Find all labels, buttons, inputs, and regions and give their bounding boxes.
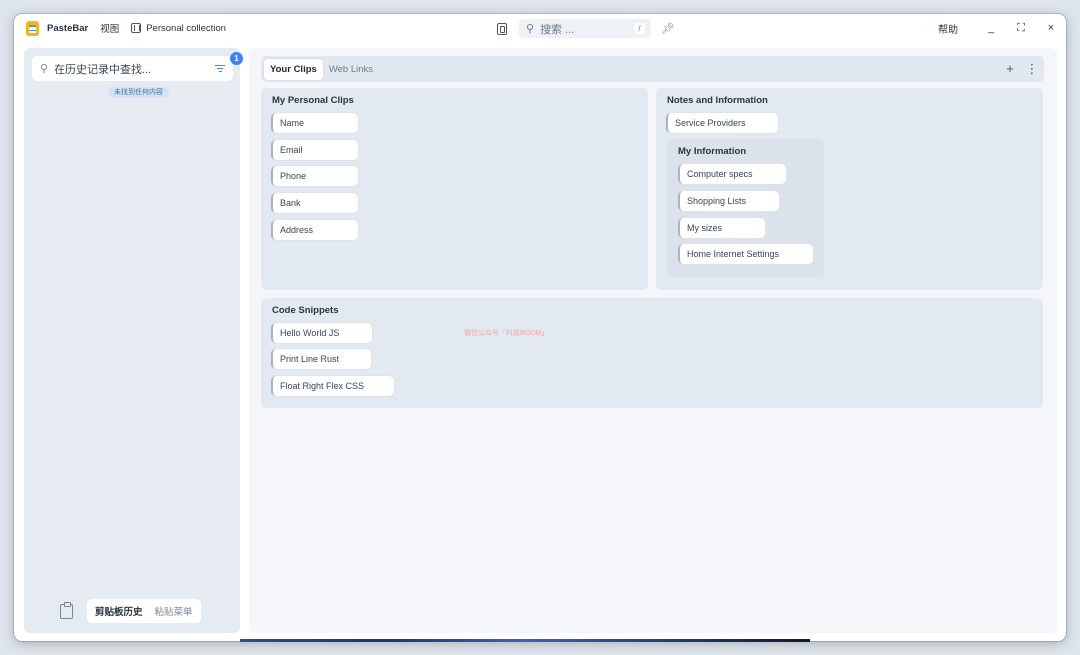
- collection-selector[interactable]: Personal collection: [146, 23, 226, 34]
- minimize-button[interactable]: _: [976, 22, 1006, 34]
- add-tab-button[interactable]: +: [1002, 60, 1018, 78]
- tab-your-clips[interactable]: Your Clips: [264, 58, 323, 80]
- pastebar-logo-icon: [26, 20, 39, 36]
- history-search-placeholder: 在历史记录中查找...: [54, 63, 152, 76]
- more-options-button[interactable]: ⋮: [1024, 60, 1040, 78]
- empty-state-label: 未找到任何内容: [108, 87, 169, 98]
- board-title: Code Snippets: [272, 305, 339, 316]
- history-sidebar: ⚲ 在历史记录中查找... 1 未找到任何内容 剪贴板历史 粘贴菜单: [24, 48, 243, 633]
- sidebar-footer: 剪贴板历史 粘贴菜单: [60, 598, 201, 624]
- help-menu[interactable]: 帮助: [938, 21, 958, 36]
- watermark-text: 微信公众号「科技BOOM」: [464, 330, 549, 337]
- board-my-personal-clips: My Personal Clips Name Email Phone Bank …: [261, 88, 648, 290]
- clip-computer-specs[interactable]: Computer specs: [678, 164, 786, 184]
- clip-float-right-flex-css[interactable]: Float Right Flex CSS: [271, 376, 394, 396]
- search-shortcut-key: /: [634, 23, 645, 34]
- tab-actions: + ⋮: [996, 60, 1040, 78]
- board-notes-and-information: Notes and Information Service Providers …: [656, 88, 1043, 290]
- clips-main-area: Your Clips Web Links + ⋮ My Personal Cli…: [249, 48, 1057, 633]
- tab-web-links[interactable]: Web Links: [323, 59, 379, 80]
- app-window: PasteBar 视图 Personal collection ⚲ 搜索 ...…: [14, 14, 1066, 641]
- clip-name[interactable]: Name: [271, 113, 358, 133]
- toggle-sidebar-icon[interactable]: [497, 22, 507, 35]
- board-title: My Personal Clips: [272, 95, 354, 106]
- board-title: Notes and Information: [667, 95, 768, 106]
- global-search-placeholder: 搜索 ...: [540, 23, 575, 36]
- clip-hello-world-js[interactable]: Hello World JS: [271, 323, 372, 343]
- titlebar-center: ⚲ 搜索 ... / 📌︎: [497, 19, 675, 38]
- pin-icon[interactable]: 📌︎: [661, 22, 675, 35]
- history-search-input[interactable]: ⚲ 在历史记录中查找...: [32, 56, 233, 81]
- clip-print-line-rust[interactable]: Print Line Rust: [271, 349, 371, 369]
- menu-view[interactable]: 视图: [100, 21, 119, 35]
- clip-address[interactable]: Address: [271, 220, 358, 240]
- tab-paste-menu[interactable]: 粘贴菜单: [149, 600, 199, 622]
- collection-icon: [131, 23, 142, 33]
- title-bar: PasteBar 视图 Personal collection ⚲ 搜索 ...…: [14, 14, 1066, 42]
- tab-clipboard-history[interactable]: 剪贴板历史: [89, 600, 149, 622]
- clip-my-sizes[interactable]: My sizes: [678, 218, 765, 238]
- maximize-button[interactable]: ⛶: [1006, 22, 1036, 35]
- clip-home-internet-settings[interactable]: Home Internet Settings: [678, 244, 813, 264]
- clipboard-icon[interactable]: [60, 601, 73, 619]
- global-search-input[interactable]: ⚲ 搜索 ... /: [519, 19, 651, 38]
- clip-email[interactable]: Email: [271, 140, 358, 160]
- clip-shopping-lists[interactable]: Shopping Lists: [678, 191, 779, 211]
- board-my-information: My Information Computer specs Shopping L…: [667, 139, 824, 278]
- clip-bank[interactable]: Bank: [271, 193, 358, 213]
- filter-count-badge: 1: [230, 52, 243, 65]
- titlebar-right: 帮助 _ ⛶ ×: [938, 14, 1066, 42]
- sidebar-mode-switch: 剪贴板历史 粘贴菜单: [87, 599, 201, 623]
- taskbar-strip: [240, 639, 810, 642]
- search-icon: ⚲: [40, 63, 49, 75]
- clip-phone[interactable]: Phone: [271, 166, 358, 186]
- clips-tab-bar: Your Clips Web Links + ⋮: [261, 56, 1044, 82]
- app-name[interactable]: PasteBar: [47, 23, 88, 34]
- close-button[interactable]: ×: [1036, 22, 1066, 34]
- board-code-snippets: Code Snippets Hello World JS Print Line …: [261, 298, 1043, 408]
- clip-service-providers[interactable]: Service Providers: [666, 113, 778, 133]
- search-icon: ⚲: [526, 23, 535, 35]
- filter-icon[interactable]: [215, 65, 225, 72]
- sub-board-title: My Information: [678, 146, 747, 157]
